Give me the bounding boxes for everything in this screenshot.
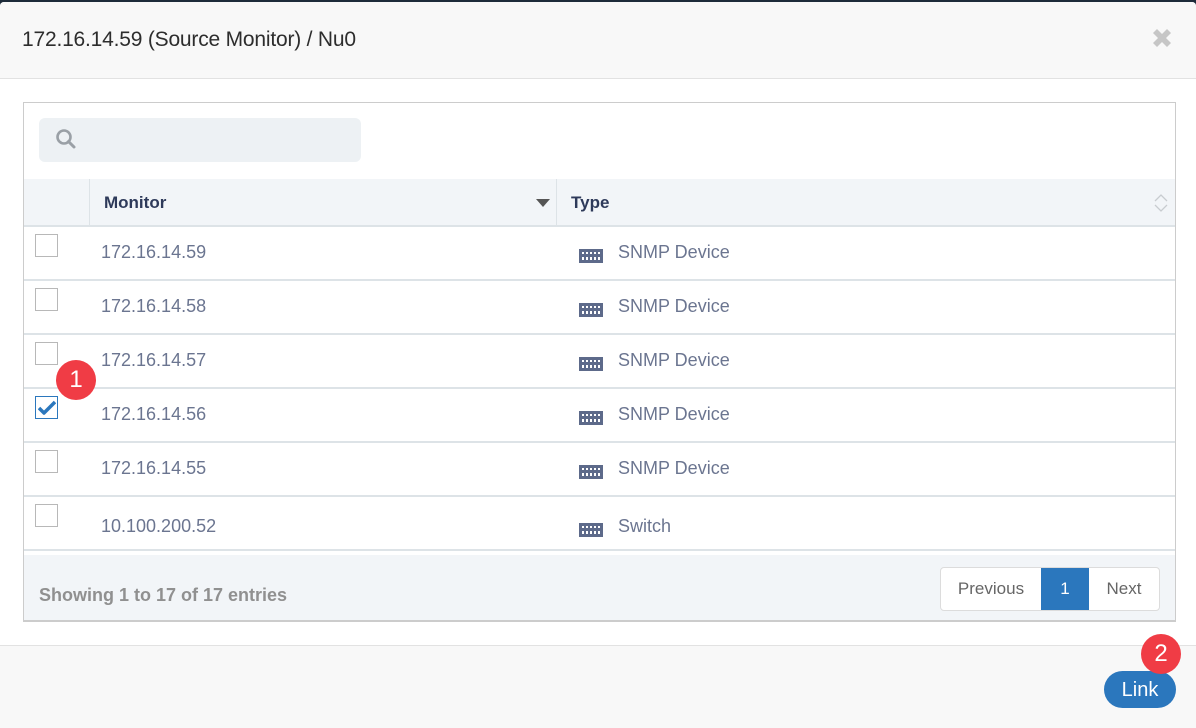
- monitor-cell: 172.16.14.55: [101, 458, 207, 478]
- type-label: SNMP Device: [618, 350, 730, 370]
- network-device-icon: [579, 249, 603, 263]
- table-row[interactable]: 172.16.14.55 SNMP Device: [24, 443, 1175, 497]
- search-icon: [56, 129, 76, 149]
- link-monitor-dialog: 172.16.14.59 (Source Monitor) / Nu0 Moni…: [0, 2, 1196, 728]
- page-1-button[interactable]: 1: [1041, 568, 1089, 610]
- table-row[interactable]: 172.16.14.57 SNMP Device: [24, 335, 1175, 389]
- step-2-badge: 2: [1141, 634, 1181, 674]
- row-checkbox[interactable]: [35, 234, 58, 257]
- dialog-header: 172.16.14.59 (Source Monitor) / Nu0: [0, 2, 1196, 79]
- network-device-icon: [579, 303, 603, 317]
- type-label: SNMP Device: [618, 242, 730, 262]
- checkmark-icon: [38, 400, 56, 415]
- sort-descending-icon: [536, 199, 550, 207]
- table-row[interactable]: 172.16.14.59 SNMP Device: [24, 227, 1175, 281]
- network-device-icon: [579, 465, 603, 479]
- table-row[interactable]: 172.16.14.56 SNMP Device: [24, 389, 1175, 443]
- table-row[interactable]: 10.100.200.52 Switch: [24, 497, 1175, 551]
- type-label: Switch: [618, 516, 672, 536]
- monitor-cell: 172.16.14.58: [101, 296, 207, 316]
- column-label: Monitor: [104, 193, 167, 212]
- monitor-table-panel: Monitor Type 172.16.14.59 SNMP Device 17…: [23, 102, 1176, 622]
- step-1-badge: 1: [56, 360, 96, 400]
- row-checkbox[interactable]: [35, 396, 58, 419]
- table-row[interactable]: 172.16.14.58 SNMP Device: [24, 281, 1175, 335]
- sort-icon: [1154, 194, 1168, 212]
- monitor-cell: 172.16.14.56: [101, 404, 207, 424]
- column-label: Type: [571, 193, 610, 212]
- search-box: [39, 118, 361, 162]
- select-column-header: [24, 179, 90, 225]
- monitor-cell: 172.16.14.57: [101, 350, 207, 370]
- table-footer: Showing 1 to 17 of 17 entries Previous 1…: [24, 555, 1175, 620]
- monitor-cell: 172.16.14.59: [101, 242, 207, 262]
- row-checkbox[interactable]: [35, 288, 58, 311]
- dialog-footer: Link: [0, 645, 1196, 728]
- row-checkbox[interactable]: [35, 504, 58, 527]
- dialog-title: 172.16.14.59 (Source Monitor) / Nu0: [22, 28, 356, 51]
- network-device-icon: [579, 523, 603, 537]
- row-checkbox[interactable]: [35, 342, 58, 365]
- column-header-monitor[interactable]: Monitor: [90, 179, 557, 225]
- search-input[interactable]: [87, 118, 357, 162]
- network-device-icon: [579, 357, 603, 371]
- link-button[interactable]: Link: [1104, 671, 1176, 708]
- network-device-icon: [579, 411, 603, 425]
- previous-page-button[interactable]: Previous: [941, 568, 1041, 610]
- entries-info: Showing 1 to 17 of 17 entries: [39, 585, 288, 605]
- table-body: 172.16.14.59 SNMP Device 172.16.14.58 SN…: [24, 227, 1175, 551]
- next-page-button[interactable]: Next: [1089, 568, 1159, 610]
- close-icon: [1153, 29, 1171, 47]
- type-label: SNMP Device: [618, 404, 730, 424]
- table-header: Monitor Type: [24, 179, 1175, 227]
- row-checkbox[interactable]: [35, 450, 58, 473]
- type-label: SNMP Device: [618, 458, 730, 478]
- monitor-cell: 10.100.200.52: [101, 516, 217, 536]
- pagination: Previous 1 Next: [940, 567, 1160, 611]
- close-button[interactable]: [1148, 24, 1176, 52]
- column-header-type[interactable]: Type: [557, 179, 1175, 225]
- type-label: SNMP Device: [618, 296, 730, 316]
